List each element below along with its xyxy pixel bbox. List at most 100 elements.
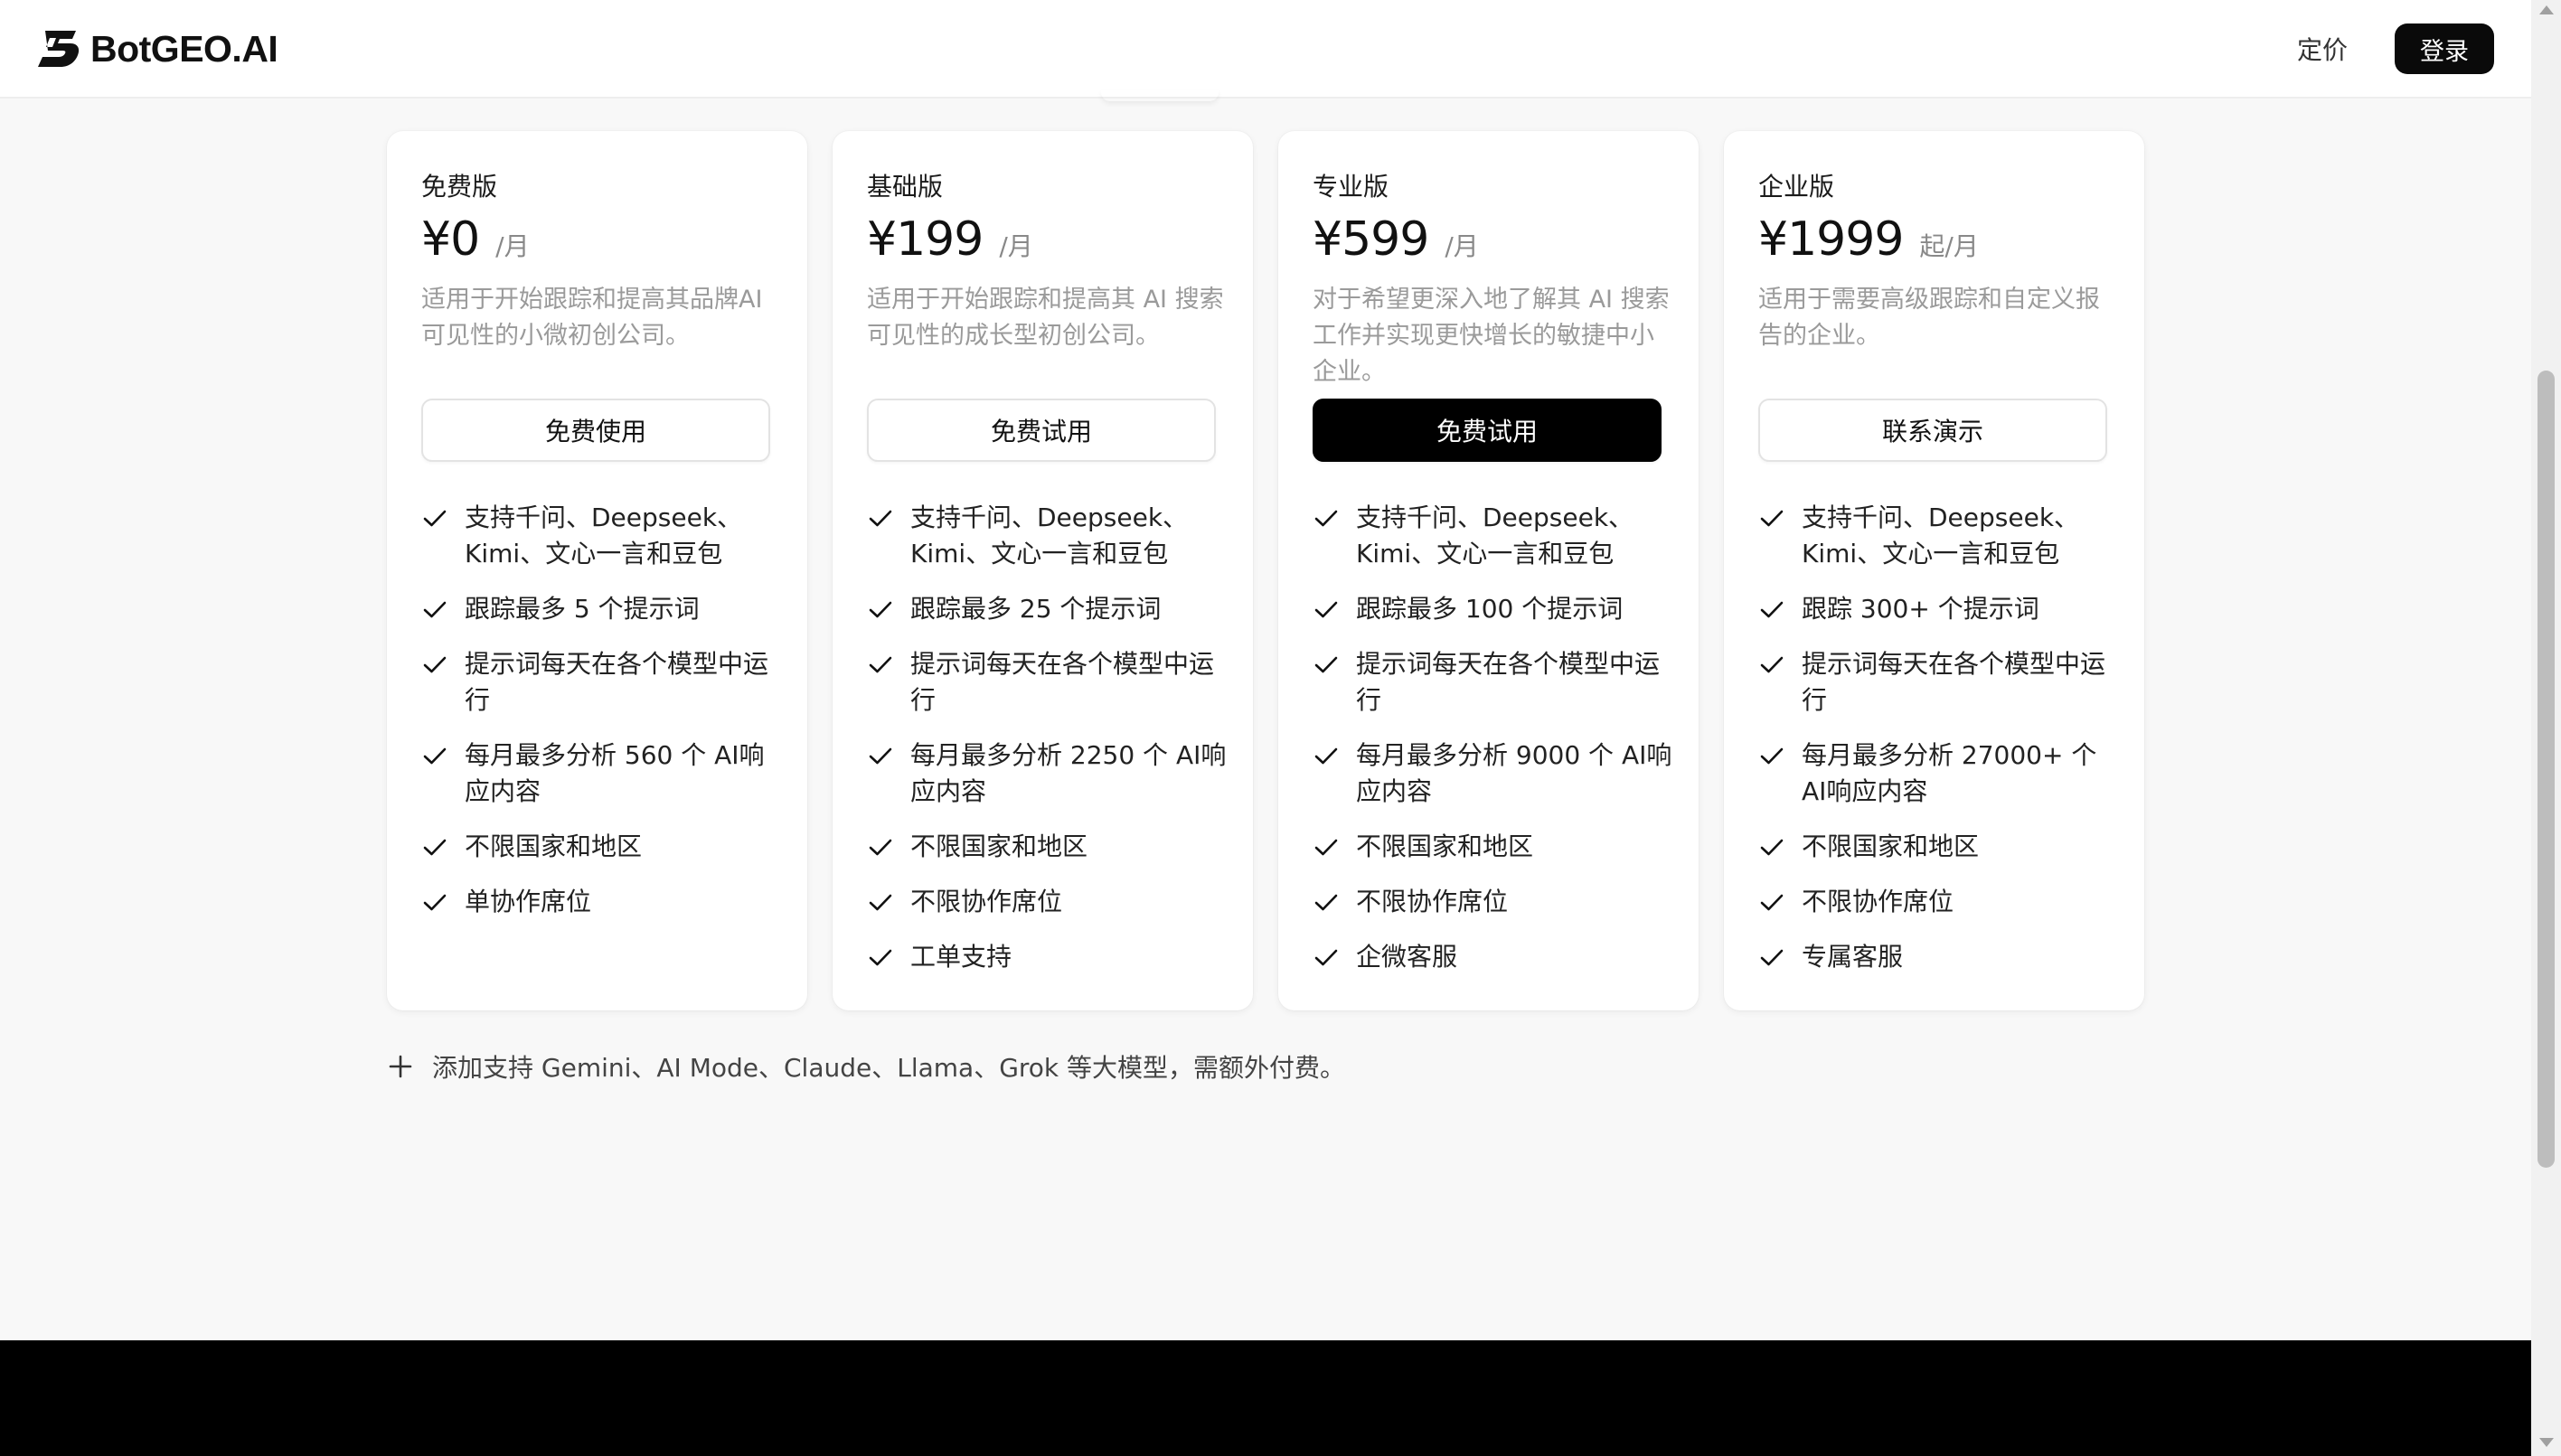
feature-item: 提示词每天在各个模型中运行 bbox=[1313, 646, 1674, 719]
price-row: ¥0 /月 bbox=[421, 212, 530, 267]
feature-text: 跟踪最多 25 个提示词 bbox=[910, 594, 1162, 624]
feature-text: 企微客服 bbox=[1356, 942, 1458, 972]
cta-free-use-button[interactable]: 免费使用 bbox=[421, 399, 770, 462]
feature-text: 提示词每天在各个模型中运行 bbox=[910, 649, 1215, 715]
feature-item: 支持千问、Deepseek、Kimi、文心一言和豆包 bbox=[1313, 500, 1674, 572]
feature-item: 不限国家和地区 bbox=[1313, 829, 1674, 865]
check-icon bbox=[1313, 884, 1340, 920]
plan-price: ¥0 bbox=[421, 212, 480, 267]
feature-text: 不限协作席位 bbox=[1802, 887, 1954, 916]
plus-icon bbox=[389, 1055, 412, 1078]
cta-contact-demo-button[interactable]: 联系演示 bbox=[1758, 399, 2107, 462]
feature-text: 跟踪 300+ 个提示词 bbox=[1802, 594, 2039, 624]
login-button[interactable]: 登录 bbox=[2395, 23, 2494, 74]
feature-text: 跟踪最多 100 个提示词 bbox=[1356, 594, 1624, 624]
scrollbar-thumb[interactable] bbox=[2537, 371, 2555, 1168]
check-icon bbox=[1313, 646, 1340, 682]
feature-list: 支持千问、Deepseek、Kimi、文心一言和豆包跟踪最多 100 个提示词提… bbox=[1313, 500, 1674, 994]
feature-text: 提示词每天在各个模型中运行 bbox=[1802, 649, 2106, 715]
price-unit: /月 bbox=[999, 231, 1033, 261]
plan-name: 免费版 bbox=[421, 172, 498, 202]
check-icon bbox=[1758, 939, 1785, 975]
plan-name: 基础版 bbox=[867, 172, 944, 202]
feature-item: 每月最多分析 2250 个 AI响应内容 bbox=[867, 737, 1229, 810]
feature-text: 不限国家和地区 bbox=[1356, 831, 1534, 861]
check-icon bbox=[1758, 829, 1785, 865]
cta-pro-trial-button[interactable]: 免费试用 bbox=[1313, 399, 1662, 462]
check-icon bbox=[867, 591, 894, 627]
check-icon bbox=[1313, 591, 1340, 627]
feature-text: 不限国家和地区 bbox=[465, 831, 643, 861]
feature-item: 跟踪最多 5 个提示词 bbox=[421, 591, 783, 627]
plan-name: 专业版 bbox=[1313, 172, 1389, 202]
price-row: ¥1999 起/月 bbox=[1758, 212, 1979, 267]
pricing-page: BotGEO.AI 定价 登录 免费版 ¥0 /月 适用于开始跟踪和提高其品牌A… bbox=[0, 0, 2561, 1456]
check-icon bbox=[1758, 646, 1785, 682]
check-icon bbox=[421, 737, 448, 774]
check-icon bbox=[1758, 737, 1785, 774]
feature-text: 跟踪最多 5 个提示词 bbox=[465, 594, 700, 624]
feature-item: 跟踪最多 100 个提示词 bbox=[1313, 591, 1674, 627]
cta-basic-trial-button[interactable]: 免费试用 bbox=[867, 399, 1216, 462]
check-icon bbox=[867, 829, 894, 865]
feature-text: 不限国家和地区 bbox=[910, 831, 1088, 861]
addon-text: 添加支持 Gemini、AI Mode、Claude、Llama、Grok 等大… bbox=[432, 1053, 1346, 1083]
plan-card-enterprise: 企业版 ¥1999 起/月 适用于需要高级跟踪和自定义报告的企业。 联系演示 支… bbox=[1724, 131, 2144, 1010]
nav-pricing-link[interactable]: 定价 bbox=[2297, 31, 2348, 67]
feature-text: 不限协作席位 bbox=[910, 887, 1063, 916]
plan-card-basic: 基础版 ¥199 /月 适用于开始跟踪和提高其 AI 搜索可见性的成长型初创公司… bbox=[833, 131, 1253, 1010]
brand-logo[interactable]: BotGEO.AI bbox=[36, 25, 278, 72]
plan-description: 适用于需要高级跟踪和自定义报告的企业。 bbox=[1758, 286, 2100, 350]
feature-text: 每月最多分析 560 个 AI响应内容 bbox=[465, 740, 765, 806]
feature-text: 每月最多分析 27000+ 个 AI响应内容 bbox=[1802, 740, 2097, 806]
feature-text: 专属客服 bbox=[1802, 942, 1904, 972]
scroll-up-arrow-icon[interactable] bbox=[2539, 5, 2554, 14]
feature-item: 不限协作席位 bbox=[867, 884, 1229, 920]
feature-text: 提示词每天在各个模型中运行 bbox=[1356, 649, 1661, 715]
feature-text: 支持千问、Deepseek、Kimi、文心一言和豆包 bbox=[465, 503, 743, 568]
check-icon bbox=[867, 737, 894, 774]
feature-item: 支持千问、Deepseek、Kimi、文心一言和豆包 bbox=[421, 500, 783, 572]
feature-item: 不限协作席位 bbox=[1313, 884, 1674, 920]
price-row: ¥199 /月 bbox=[867, 212, 1033, 267]
feature-text: 每月最多分析 2250 个 AI响应内容 bbox=[910, 740, 1227, 806]
plan-description: 适用于开始跟踪和提高其品牌AI可见性的小微初创公司。 bbox=[421, 286, 763, 350]
feature-text: 不限国家和地区 bbox=[1802, 831, 1980, 861]
check-icon bbox=[421, 884, 448, 920]
plan-card-pro: 专业版 ¥599 /月 对于希望更深入地了解其 AI 搜索工作并实现更快增长的敏… bbox=[1278, 131, 1699, 1010]
vertical-scrollbar[interactable] bbox=[2531, 0, 2561, 1456]
feature-item: 不限国家和地区 bbox=[867, 829, 1229, 865]
feature-item: 提示词每天在各个模型中运行 bbox=[421, 646, 783, 719]
check-icon bbox=[867, 646, 894, 682]
feature-item: 每月最多分析 560 个 AI响应内容 bbox=[421, 737, 783, 810]
check-icon bbox=[1758, 591, 1785, 627]
feature-text: 提示词每天在各个模型中运行 bbox=[465, 649, 769, 715]
price-unit: /月 bbox=[1445, 231, 1479, 261]
scroll-down-arrow-icon[interactable] bbox=[2539, 1438, 2554, 1447]
feature-item: 工单支持 bbox=[867, 939, 1229, 975]
feature-item: 跟踪最多 25 个提示词 bbox=[867, 591, 1229, 627]
addon-note: 添加支持 Gemini、AI Mode、Claude、Llama、Grok 等大… bbox=[387, 1048, 1345, 1085]
price-row: ¥599 /月 bbox=[1313, 212, 1479, 267]
feature-list: 支持千问、Deepseek、Kimi、文心一言和豆包跟踪最多 5 个提示词提示词… bbox=[421, 500, 783, 939]
plan-price: ¥1999 bbox=[1758, 212, 1904, 267]
check-icon bbox=[867, 939, 894, 975]
check-icon bbox=[867, 884, 894, 920]
feature-item: 企微客服 bbox=[1313, 939, 1674, 975]
feature-list: 支持千问、Deepseek、Kimi、文心一言和豆包跟踪 300+ 个提示词提示… bbox=[1758, 500, 2120, 994]
feature-item: 每月最多分析 27000+ 个 AI响应内容 bbox=[1758, 737, 2120, 810]
price-unit: 起/月 bbox=[1919, 231, 1979, 261]
check-icon bbox=[421, 591, 448, 627]
feature-list: 支持千问、Deepseek、Kimi、文心一言和豆包跟踪最多 25 个提示词提示… bbox=[867, 500, 1229, 994]
check-icon bbox=[1313, 737, 1340, 774]
feature-item: 不限国家和地区 bbox=[1758, 829, 2120, 865]
check-icon bbox=[1758, 500, 1785, 536]
check-icon bbox=[1758, 884, 1785, 920]
feature-item: 支持千问、Deepseek、Kimi、文心一言和豆包 bbox=[1758, 500, 2120, 572]
check-icon bbox=[421, 829, 448, 865]
page-footer bbox=[0, 1340, 2531, 1456]
check-icon bbox=[421, 500, 448, 536]
feature-text: 支持千问、Deepseek、Kimi、文心一言和豆包 bbox=[910, 503, 1189, 568]
check-icon bbox=[1313, 829, 1340, 865]
plan-price: ¥199 bbox=[867, 212, 984, 267]
